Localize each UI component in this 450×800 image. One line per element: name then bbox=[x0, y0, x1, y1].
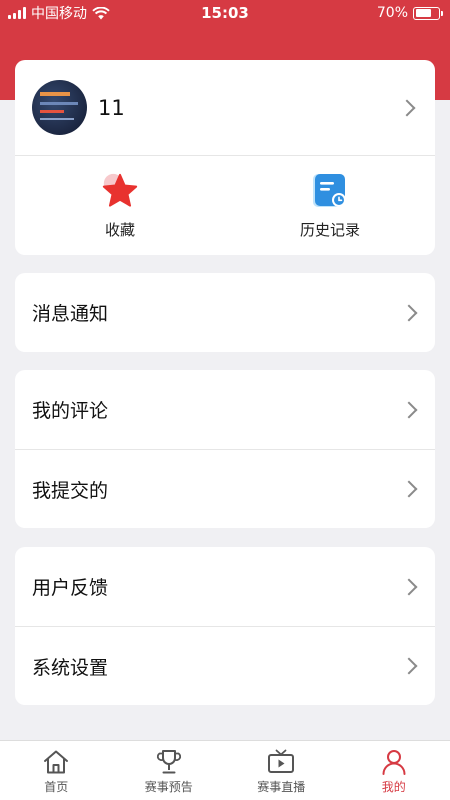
chevron-right-icon bbox=[400, 304, 418, 321]
history-icon bbox=[313, 173, 346, 207]
profile-card: 11 收藏 历史记录 bbox=[15, 60, 435, 255]
history-label: 历史记录 bbox=[299, 220, 360, 239]
carrier-label: 中国移动 bbox=[31, 6, 87, 22]
favorites-label: 收藏 bbox=[104, 220, 135, 239]
menu-item-feedback[interactable]: 用户反馈 bbox=[15, 547, 435, 626]
quick-actions: 收藏 历史记录 bbox=[15, 156, 435, 254]
tv-icon bbox=[268, 749, 295, 773]
chevron-right-icon bbox=[400, 657, 418, 675]
person-icon bbox=[382, 749, 406, 775]
tab-home[interactable]: 首页 bbox=[0, 741, 113, 800]
menu-group-notifications: 消息通知 bbox=[15, 273, 435, 352]
menu-item-my-comments[interactable]: 我的评论 bbox=[15, 370, 435, 449]
chevron-right-icon bbox=[400, 578, 418, 595]
star-icon bbox=[102, 173, 138, 207]
trophy-icon bbox=[156, 749, 181, 773]
menu-item-label: 我的评论 bbox=[32, 400, 109, 422]
status-bar: 中国移动 15:03 70% bbox=[0, 0, 450, 26]
tab-label: 赛事直播 bbox=[257, 779, 306, 794]
tab-mine[interactable]: 我的 bbox=[338, 741, 450, 800]
menu-item-label: 我提交的 bbox=[32, 479, 109, 502]
menu-item-label: 用户反馈 bbox=[32, 577, 109, 599]
menu-item-settings[interactable]: 系统设置 bbox=[15, 626, 435, 705]
battery-icon bbox=[413, 6, 443, 20]
tab-label: 首页 bbox=[44, 779, 69, 794]
menu-item-label: 消息通知 bbox=[32, 303, 109, 325]
menu-group-settings: 用户反馈 系统设置 bbox=[15, 547, 435, 705]
profile-row[interactable]: 11 bbox=[15, 60, 435, 156]
username: 11 bbox=[98, 95, 125, 120]
avatar[interactable] bbox=[32, 80, 87, 135]
tab-match-preview[interactable]: 赛事预告 bbox=[113, 741, 226, 800]
wifi-icon bbox=[92, 6, 110, 19]
history-button[interactable]: 历史记录 bbox=[225, 156, 435, 254]
menu-item-label: 系统设置 bbox=[32, 656, 109, 679]
chevron-right-icon bbox=[400, 401, 418, 418]
home-icon bbox=[44, 750, 69, 773]
tab-bar: 首页 赛事预告 赛事直播 我的 bbox=[0, 740, 450, 800]
menu-item-notifications[interactable]: 消息通知 bbox=[15, 273, 435, 352]
chevron-right-icon bbox=[398, 99, 416, 116]
tab-live[interactable]: 赛事直播 bbox=[225, 741, 338, 800]
menu-group-activity: 我的评论 我提交的 bbox=[15, 370, 435, 528]
signal-icon bbox=[8, 7, 26, 19]
chevron-right-icon bbox=[400, 480, 418, 498]
tab-label: 我的 bbox=[381, 779, 406, 794]
favorites-button[interactable]: 收藏 bbox=[15, 156, 225, 254]
battery-percent: 70% bbox=[376, 5, 408, 21]
tab-label: 赛事预告 bbox=[144, 779, 193, 794]
menu-item-my-submissions[interactable]: 我提交的 bbox=[15, 449, 435, 528]
